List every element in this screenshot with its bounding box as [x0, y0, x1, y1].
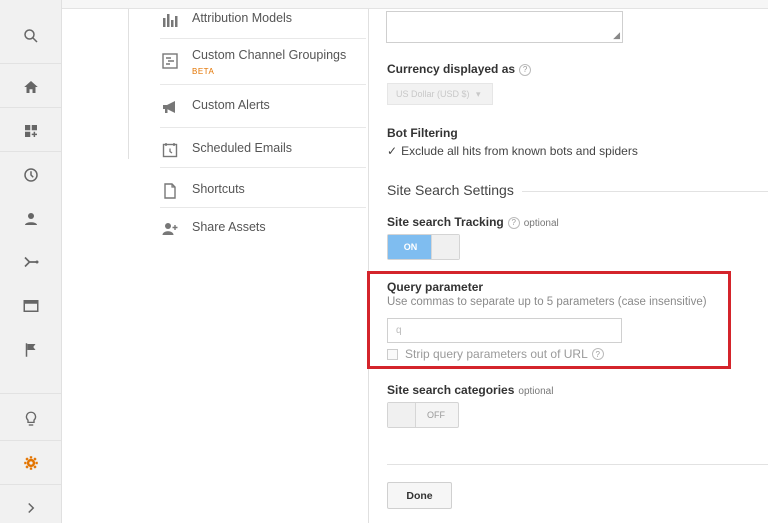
optional-tag: optional: [523, 218, 559, 229]
site-search-section-title: Site Search Settings: [387, 182, 514, 198]
optional-tag: optional: [518, 386, 554, 397]
top-bar: [62, 0, 768, 9]
resize-grip-icon[interactable]: ◢: [613, 30, 620, 41]
calendar-clock-icon: [160, 140, 180, 160]
rail-divider: [0, 107, 61, 108]
acquisition-icon[interactable]: [0, 240, 61, 284]
menu-item-attribution-models[interactable]: Attribution Models: [160, 10, 366, 30]
site-search-tracking-label: Site search Tracking? optional: [387, 215, 559, 229]
menu-divider: [160, 207, 366, 208]
help-icon[interactable]: ?: [519, 63, 532, 76]
menu-item-custom-alerts[interactable]: Custom Alerts: [160, 97, 366, 117]
menu-item-label: Shortcuts: [192, 182, 245, 196]
notes-textarea[interactable]: ◢: [386, 11, 623, 43]
rail-divider: [0, 151, 61, 152]
beta-badge: BETA: [192, 67, 215, 76]
site-search-categories-label: Site search categories optional: [387, 383, 553, 397]
section-divider: [522, 191, 768, 192]
done-button[interactable]: Done: [387, 482, 452, 509]
menu-divider: [160, 84, 366, 85]
menu-tree-line: [128, 9, 129, 159]
rail-divider: [0, 63, 61, 64]
channel-grouping-icon: [160, 51, 180, 71]
form-footer-divider: [387, 464, 768, 465]
strip-query-parameters-label: Strip query parameters out of URL: [405, 347, 588, 361]
menu-item-label: Share Assets: [192, 220, 266, 234]
site-search-tracking-toggle[interactable]: ON: [387, 234, 460, 260]
add-person-icon: [160, 219, 180, 239]
bar-chart-icon: [160, 10, 180, 30]
home-icon[interactable]: [0, 65, 61, 109]
chevron-right-icon[interactable]: [0, 486, 61, 523]
gear-icon[interactable]: [0, 441, 61, 485]
clock-icon[interactable]: [0, 153, 61, 197]
rail-divider: [0, 484, 61, 485]
flag-icon[interactable]: [0, 328, 61, 372]
currency-select: US Dollar (USD $) ▾: [387, 83, 493, 105]
menu-divider: [160, 38, 366, 39]
bot-filtering-checkbox[interactable]: ✓ Exclude all hits from known bots and sp…: [387, 144, 638, 158]
menu-item-label: Custom Channel Groupings BETA: [192, 47, 346, 80]
menu-divider: [160, 167, 366, 168]
menu-item-share-assets[interactable]: Share Assets: [160, 219, 366, 239]
menu-item-custom-channel-groupings[interactable]: Custom Channel Groupings BETA: [160, 47, 366, 80]
toggle-knob: [431, 235, 459, 259]
strip-query-parameters-checkbox[interactable]: Strip query parameters out of URL?: [387, 347, 604, 361]
help-icon[interactable]: ?: [507, 216, 520, 229]
help-icon[interactable]: ?: [591, 348, 604, 360]
currency-label-text: Currency displayed as: [387, 62, 516, 76]
bot-filtering-label: Bot Filtering: [387, 126, 458, 140]
checkbox-box[interactable]: [387, 348, 398, 360]
toggle-knob: [388, 403, 416, 427]
menu-item-label: Scheduled Emails: [192, 141, 293, 155]
search-icon[interactable]: [0, 14, 61, 58]
lightbulb-icon[interactable]: [0, 397, 61, 441]
currency-label: Currency displayed as?: [387, 62, 532, 76]
query-parameter-input[interactable]: q: [387, 318, 622, 343]
menu-item-scheduled-emails[interactable]: Scheduled Emails: [160, 140, 366, 160]
menu-divider: [160, 127, 366, 128]
menu-item-label-text: Custom Channel Groupings: [192, 48, 347, 62]
site-search-categories-label-text: Site search categories: [387, 383, 515, 397]
caret-down-icon: ▾: [476, 89, 481, 99]
site-search-categories-toggle[interactable]: OFF: [387, 402, 459, 428]
admin-menu-column: [62, 9, 369, 523]
site-search-tracking-label-text: Site search Tracking: [387, 215, 504, 229]
menu-item-label: Attribution Models: [192, 11, 293, 25]
toggle-off-label: OFF: [427, 410, 445, 420]
menu-item-shortcuts[interactable]: Shortcuts: [160, 181, 366, 201]
toggle-on-label: ON: [388, 235, 433, 259]
person-icon[interactable]: [0, 197, 61, 241]
bot-filtering-checkbox-label: Exclude all hits from known bots and spi…: [401, 144, 638, 158]
query-parameter-label: Query parameter: [387, 280, 484, 294]
behavior-icon[interactable]: [0, 284, 61, 328]
customization-icon[interactable]: [0, 109, 61, 153]
document-icon: [160, 181, 180, 201]
left-nav-rail: [0, 0, 62, 523]
megaphone-icon: [160, 97, 180, 117]
currency-select-value: US Dollar (USD $): [396, 89, 470, 99]
checkmark-icon: ✓: [387, 144, 398, 158]
rail-divider: [0, 393, 61, 394]
menu-item-label: Custom Alerts: [192, 98, 270, 112]
query-parameter-description: Use commas to separate up to 5 parameter…: [387, 296, 707, 308]
